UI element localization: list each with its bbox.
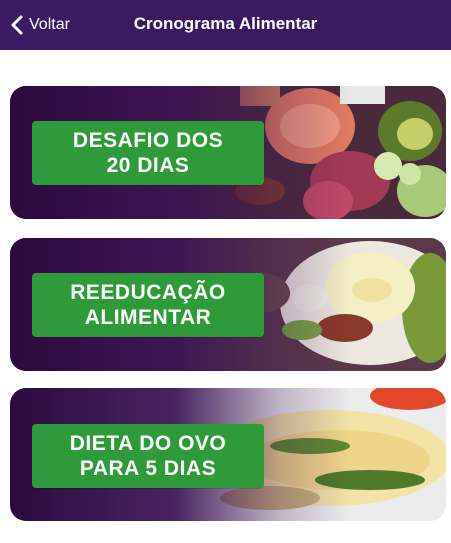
page-title: Cronograma Alimentar (133, 14, 318, 33)
card-list: DESAFIO DOS 20 DIAS REEDUCAÇÃO ALIMENTAR (0, 50, 451, 543)
card-title-button[interactable]: DESAFIO DOS 20 DIAS (32, 121, 264, 185)
card-desafio-20-dias[interactable]: DESAFIO DOS 20 DIAS (10, 86, 446, 219)
nav-bar: Voltar Cronograma Alimentar (0, 0, 451, 50)
card-title-line-1: DESAFIO DOS (72, 129, 224, 152)
card-title-line-2: PARA 5 DIAS (79, 457, 217, 480)
card-title-button[interactable]: REEDUCAÇÃO ALIMENTAR (32, 273, 264, 337)
card-title-line-2: 20 DIAS (106, 154, 190, 177)
card-title-line-1: REEDUCAÇÃO (70, 281, 226, 304)
card-title-button[interactable]: DIETA DO OVO PARA 5 DIAS (32, 424, 264, 488)
card-title-line-2: ALIMENTAR (84, 306, 212, 329)
card-dieta-do-ovo[interactable]: DIETA DO OVO PARA 5 DIAS (10, 388, 446, 521)
card-title-line-1: DIETA DO OVO (69, 432, 227, 455)
card-reeducacao-alimentar[interactable]: REEDUCAÇÃO ALIMENTAR (10, 238, 446, 371)
